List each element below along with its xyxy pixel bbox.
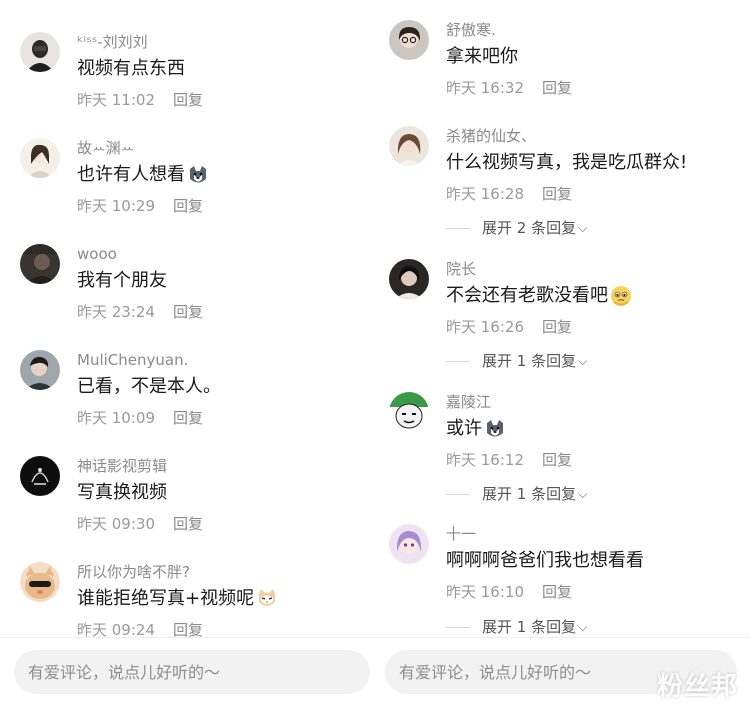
username[interactable]: ᵏⁱˢˢ-刘刘刘 xyxy=(77,32,365,52)
avatar[interactable] xyxy=(389,20,429,60)
comment-text-content: 视频有点东西 xyxy=(77,58,185,79)
username[interactable]: 所以你为啥不胖? xyxy=(77,562,365,582)
username[interactable]: 故ꕀ渊ꕀ xyxy=(77,138,365,158)
chevron-down-icon: ⌵ xyxy=(578,620,588,634)
comment-text-content: 不会还有老歌没看吧 xyxy=(446,285,608,306)
comment-text-content: 谁能拒绝写真+视频呢 xyxy=(77,588,255,609)
comment-meta: 昨天 09:30 回复 xyxy=(77,514,365,534)
chevron-down-icon: ⌵ xyxy=(578,487,588,501)
husky-emoji-icon xyxy=(484,418,506,440)
username[interactable]: 院长 xyxy=(446,259,740,279)
avatar[interactable] xyxy=(389,524,429,564)
expand-replies-label: 展开 1 条回复 xyxy=(482,485,577,503)
timestamp: 昨天 10:09 xyxy=(77,409,155,427)
username[interactable]: 杀猪的仙女、 xyxy=(446,126,740,146)
username[interactable]: MuliChenyuan. xyxy=(77,350,365,370)
avatar[interactable] xyxy=(20,456,60,496)
expand-divider xyxy=(446,227,470,229)
avatar[interactable] xyxy=(20,32,60,72)
cat-emoji-icon xyxy=(256,588,278,610)
comment-meta: 昨天 10:09 回复 xyxy=(77,408,365,428)
timestamp: 昨天 16:12 xyxy=(446,451,524,469)
watermark-logo: 粉丝邦 xyxy=(656,672,738,702)
avatar[interactable] xyxy=(389,259,429,299)
avatar[interactable] xyxy=(20,244,60,284)
timestamp: 昨天 11:02 xyxy=(77,91,155,109)
timestamp: 昨天 09:30 xyxy=(77,515,155,533)
expand-divider xyxy=(446,493,470,495)
comment-meta: 昨天 16:12 回复 xyxy=(446,450,740,470)
comment-meta: 昨天 10:29 回复 xyxy=(77,196,365,216)
expand-replies-button[interactable]: 展开 1 条回复 ⌵ xyxy=(446,617,587,637)
timestamp: 昨天 16:10 xyxy=(446,583,524,601)
reply-button[interactable]: 回复 xyxy=(542,451,572,469)
expand-replies-button[interactable]: 展开 1 条回复 ⌵ xyxy=(446,351,587,371)
avatar[interactable] xyxy=(20,350,60,390)
timestamp: 昨天 16:28 xyxy=(446,185,524,203)
reply-button[interactable]: 回复 xyxy=(173,303,203,321)
comment-text: 谁能拒绝写真+视频呢 xyxy=(77,586,365,612)
reply-button[interactable]: 回复 xyxy=(542,318,572,336)
username[interactable]: 十一 xyxy=(446,524,740,544)
username[interactable]: wooo xyxy=(77,244,365,264)
comment-text: 啊啊啊爸爸们我也想看看 xyxy=(446,548,740,574)
comment-meta: 昨天 16:26 回复 xyxy=(446,317,740,337)
timestamp: 昨天 23:24 xyxy=(77,303,155,321)
reply-button[interactable]: 回复 xyxy=(173,515,203,533)
comment-input[interactable] xyxy=(14,650,370,694)
expand-replies-label: 展开 1 条回复 xyxy=(482,618,577,636)
comment-text-content: 什么视频写真，我是吃瓜群众! xyxy=(446,152,688,173)
comment-text-content: 拿来吧你 xyxy=(446,46,518,67)
expand-divider xyxy=(446,626,470,628)
username[interactable]: 嘉陵江 xyxy=(446,392,740,412)
timestamp: 昨天 16:26 xyxy=(446,318,524,336)
comment-text-content: 也许有人想看 xyxy=(77,164,185,185)
comment-text: 我有个朋友 xyxy=(77,268,365,294)
pleading-emoji-icon xyxy=(610,285,632,307)
avatar[interactable] xyxy=(20,138,60,178)
comment-text: 也许有人想看 xyxy=(77,162,365,188)
comment-text: 拿来吧你 xyxy=(446,44,740,70)
avatar[interactable] xyxy=(389,392,429,432)
expand-divider xyxy=(446,360,470,362)
expand-replies-label: 展开 1 条回复 xyxy=(482,352,577,370)
left-comment-panel: ᵏⁱˢˢ-刘刘刘 视频有点东西 昨天 11:02 回复 故ꕀ渊ꕀ 也许有人想看 昨… xyxy=(0,0,375,717)
comment-meta: 昨天 23:24 回复 xyxy=(77,302,365,322)
comment-text-content: 啊啊啊爸爸们我也想看看 xyxy=(446,550,644,571)
username[interactable]: 舒傲寒. xyxy=(446,20,740,40)
username[interactable]: 神话影视剪辑 xyxy=(77,456,365,476)
comment-text: 什么视频写真，我是吃瓜群众! xyxy=(446,150,740,176)
right-comment-panel: 舒傲寒. 拿来吧你 昨天 16:32 回复 杀猪的仙女、 什么视频写真，我是吃瓜群… xyxy=(375,0,750,717)
comment-input-bar xyxy=(0,637,375,717)
comment-text-content: 或许 xyxy=(446,418,482,439)
expand-replies-button[interactable]: 展开 2 条回复 ⌵ xyxy=(446,218,587,238)
timestamp: 昨天 16:32 xyxy=(446,79,524,97)
expand-replies-label: 展开 2 条回复 xyxy=(482,219,577,237)
reply-button[interactable]: 回复 xyxy=(173,91,203,109)
avatar[interactable] xyxy=(20,562,60,602)
reply-button[interactable]: 回复 xyxy=(542,79,572,97)
reply-button[interactable]: 回复 xyxy=(542,185,572,203)
comment-meta: 昨天 16:32 回复 xyxy=(446,78,740,98)
chevron-down-icon: ⌵ xyxy=(578,221,588,235)
comment-meta: 昨天 16:28 回复 xyxy=(446,184,740,204)
reply-button[interactable]: 回复 xyxy=(173,409,203,427)
comment-meta: 昨天 11:02 回复 xyxy=(77,90,365,110)
avatar[interactable] xyxy=(389,126,429,166)
comment-text: 已看，不是本人。 xyxy=(77,374,365,400)
timestamp: 昨天 10:29 xyxy=(77,197,155,215)
chevron-down-icon: ⌵ xyxy=(578,354,588,368)
reply-button[interactable]: 回复 xyxy=(173,197,203,215)
comment-text-content: 我有个朋友 xyxy=(77,270,167,291)
expand-replies-button[interactable]: 展开 1 条回复 ⌵ xyxy=(446,484,587,504)
reply-button[interactable]: 回复 xyxy=(542,583,572,601)
comment-text: 不会还有老歌没看吧 xyxy=(446,283,740,309)
husky-emoji-icon xyxy=(187,164,209,186)
comment-meta: 昨天 16:10 回复 xyxy=(446,582,740,602)
comment-text: 或许 xyxy=(446,416,740,442)
comment-text-content: 写真换视频 xyxy=(77,482,167,503)
comment-text-content: 已看，不是本人。 xyxy=(77,376,221,397)
comment-text: 视频有点东西 xyxy=(77,56,365,82)
comment-text: 写真换视频 xyxy=(77,480,365,506)
